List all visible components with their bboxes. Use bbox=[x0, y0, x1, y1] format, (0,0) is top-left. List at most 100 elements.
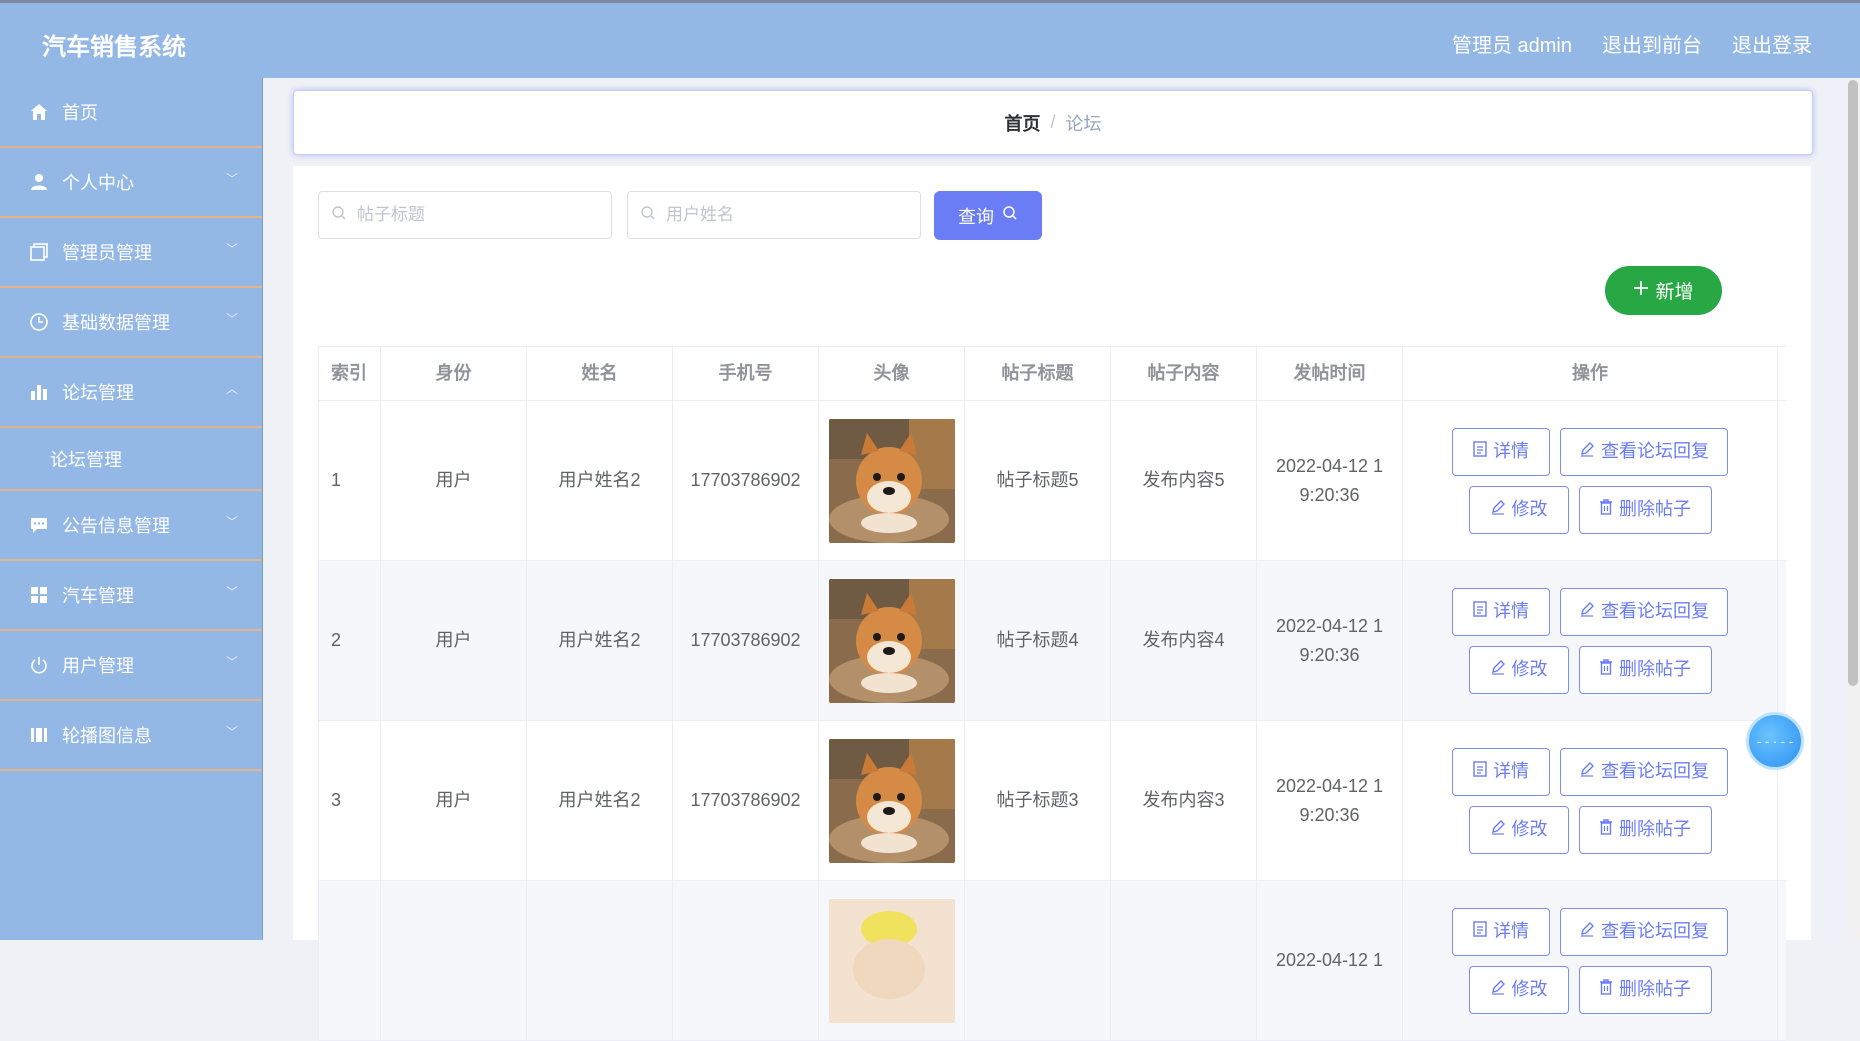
document-icon bbox=[1473, 437, 1487, 466]
chevron-down-icon: ﹀ bbox=[225, 515, 238, 529]
search-icon bbox=[640, 205, 656, 226]
sidebar-item-label: 个人中心 bbox=[62, 173, 134, 193]
column-header: 身份 bbox=[381, 347, 527, 400]
cell-title: 帖子标题3 bbox=[965, 721, 1111, 880]
delete-post-button-label: 删除帖子 bbox=[1619, 499, 1691, 519]
table-row: 2022-04-12 1 详情 查看论坛回复 修改 删除帖子 bbox=[318, 881, 1786, 1041]
column-header: 操作 bbox=[1403, 347, 1778, 400]
sidebar-subitem-forum-manage[interactable]: 论坛管理 bbox=[0, 428, 262, 491]
view-reply-button-label: 查看论坛回复 bbox=[1601, 921, 1709, 941]
document-icon bbox=[1473, 917, 1487, 946]
clock-icon bbox=[28, 311, 50, 333]
avatar-image[interactable] bbox=[828, 418, 955, 543]
home-icon bbox=[28, 101, 50, 123]
cell-content bbox=[1111, 881, 1257, 1040]
cell-content: 发布内容5 bbox=[1111, 401, 1257, 560]
chevron-down-icon: ﹀ bbox=[225, 242, 238, 256]
forum-panel: 查询 新增 索引 身份 姓名 手机号 头像 帖子标题 帖子内容 发帖时间 操作 bbox=[293, 166, 1811, 1041]
edit-button[interactable]: 修改 bbox=[1468, 805, 1569, 854]
edit-icon bbox=[1579, 757, 1595, 786]
column-header: 索引 bbox=[319, 347, 381, 400]
scrollbar-thumb[interactable] bbox=[1848, 80, 1858, 686]
view-reply-button[interactable]: 查看论坛回复 bbox=[1560, 907, 1728, 956]
sidebar-item-admin-manage[interactable]: 管理员管理 ﹀ bbox=[0, 218, 262, 288]
avatar-image[interactable] bbox=[828, 738, 955, 863]
breadcrumb: 首页 / 论坛 bbox=[293, 90, 1813, 155]
view-reply-button[interactable]: 查看论坛回复 bbox=[1560, 427, 1728, 476]
sidebar-item-profile[interactable]: 个人中心 ﹀ bbox=[0, 148, 262, 218]
cell-title: 帖子标题4 bbox=[965, 561, 1111, 720]
sidebar-item-label: 首页 bbox=[62, 103, 98, 123]
chevron-down-icon: ﹀ bbox=[225, 725, 238, 739]
view-reply-button[interactable]: 查看论坛回复 bbox=[1560, 587, 1728, 636]
vertical-scrollbar[interactable] bbox=[1846, 78, 1860, 940]
trash-icon bbox=[1599, 655, 1613, 684]
column-header: 帖子内容 bbox=[1111, 347, 1257, 400]
delete-post-button[interactable]: 删除帖子 bbox=[1578, 645, 1712, 694]
detail-button[interactable]: 详情 bbox=[1452, 907, 1550, 956]
avatar-image[interactable] bbox=[828, 578, 955, 703]
cell-name: 用户姓名2 bbox=[527, 721, 673, 880]
sidebar-item-notice-manage[interactable]: 公告信息管理 ﹀ bbox=[0, 491, 262, 561]
cell-actions: 详情 查看论坛回复 修改 删除帖子 bbox=[1403, 721, 1778, 880]
exit-to-front-link[interactable]: 退出到前台 bbox=[1602, 29, 1702, 58]
edit-icon bbox=[1490, 815, 1506, 844]
cell-phone: 17703786902 bbox=[673, 721, 819, 880]
query-button-label: 查询 bbox=[958, 206, 994, 227]
edit-button[interactable]: 修改 bbox=[1468, 645, 1569, 694]
grid-icon bbox=[28, 584, 50, 606]
sidebar-item-user-manage[interactable]: 用户管理 ﹀ bbox=[0, 631, 262, 701]
cell-index: 2 bbox=[319, 561, 381, 720]
user-icon bbox=[28, 171, 50, 193]
avatar-image[interactable] bbox=[828, 898, 955, 1023]
sidebar-item-label: 汽车管理 bbox=[62, 586, 134, 606]
name-search-field[interactable] bbox=[627, 191, 921, 239]
query-button[interactable]: 查询 bbox=[934, 191, 1042, 240]
chevron-down-icon: ﹀ bbox=[225, 655, 238, 669]
cell-phone: 17703786902 bbox=[673, 561, 819, 720]
floating-assistant-button[interactable]: - - · - - bbox=[1746, 712, 1804, 770]
app-title: 汽车销售系统 bbox=[42, 34, 186, 61]
title-search-field[interactable] bbox=[318, 191, 612, 239]
view-reply-button-label: 查看论坛回复 bbox=[1601, 761, 1709, 781]
name-search-input[interactable] bbox=[664, 204, 908, 226]
cell-name: 用户姓名2 bbox=[527, 561, 673, 720]
sidebar-item-forum-manage[interactable]: 论坛管理 ︿ bbox=[0, 358, 262, 428]
breadcrumb-current: 论坛 bbox=[1065, 113, 1102, 134]
view-reply-button[interactable]: 查看论坛回复 bbox=[1560, 747, 1728, 796]
cell-time-line1: 2022-04-12 1 bbox=[1275, 455, 1384, 476]
edit-button[interactable]: 修改 bbox=[1468, 485, 1569, 534]
sidebar-item-carousel[interactable]: 轮播图信息 ﹀ bbox=[0, 701, 262, 771]
sidebar-item-car-manage[interactable]: 汽车管理 ﹀ bbox=[0, 561, 262, 631]
sidebar-item-label: 轮播图信息 bbox=[62, 726, 152, 746]
breadcrumb-home[interactable]: 首页 bbox=[1004, 110, 1040, 136]
sidebar-item-label: 管理员管理 bbox=[62, 243, 152, 263]
chart-icon bbox=[28, 381, 50, 403]
cell-phone bbox=[673, 881, 819, 1040]
sidebar-item-home[interactable]: 首页 bbox=[0, 78, 262, 148]
breadcrumb-separator: / bbox=[1050, 112, 1056, 132]
cell-role bbox=[381, 881, 527, 1040]
delete-post-button[interactable]: 删除帖子 bbox=[1578, 965, 1712, 1014]
detail-button[interactable]: 详情 bbox=[1452, 587, 1550, 636]
edit-icon bbox=[1579, 917, 1595, 946]
chevron-down-icon: ﹀ bbox=[225, 312, 238, 326]
delete-post-button[interactable]: 删除帖子 bbox=[1578, 805, 1712, 854]
document-icon bbox=[1473, 597, 1487, 626]
detail-button[interactable]: 详情 bbox=[1452, 747, 1550, 796]
chevron-up-icon: ︿ bbox=[225, 382, 238, 396]
detail-button[interactable]: 详情 bbox=[1452, 427, 1550, 476]
table-row: 1 用户 用户姓名2 17703786902 帖子标题5 发布内容5 2022-… bbox=[318, 401, 1786, 561]
edit-icon bbox=[1490, 495, 1506, 524]
edit-button[interactable]: 修改 bbox=[1468, 965, 1569, 1014]
cell-time-line1: 2022-04-12 1 bbox=[1275, 775, 1384, 796]
title-search-input[interactable] bbox=[355, 204, 599, 226]
cell-time-line2: 9:20:36 bbox=[1299, 644, 1360, 665]
logout-link[interactable]: 退出登录 bbox=[1732, 29, 1812, 58]
cell-time: 2022-04-12 1 9:20:36 bbox=[1257, 401, 1403, 560]
delete-post-button[interactable]: 删除帖子 bbox=[1578, 485, 1712, 534]
add-button[interactable]: 新增 bbox=[1605, 266, 1722, 315]
dash-icon: - - · - - bbox=[1756, 733, 1794, 749]
sidebar-item-basic-data[interactable]: 基础数据管理 ﹀ bbox=[0, 288, 262, 358]
admin-label[interactable]: 管理员 admin bbox=[1452, 29, 1572, 58]
